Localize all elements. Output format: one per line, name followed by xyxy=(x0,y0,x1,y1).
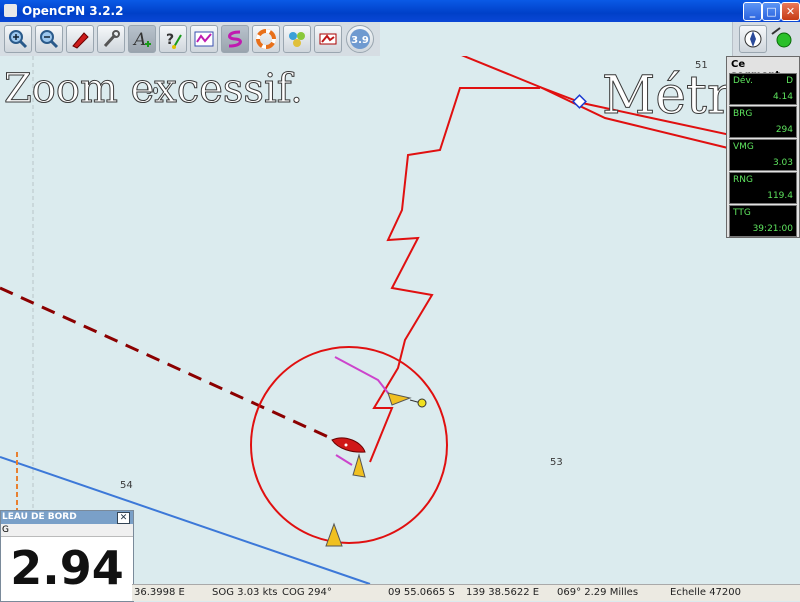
ais-tag-icon xyxy=(319,33,337,45)
right-toolbar xyxy=(732,22,800,57)
mob-button[interactable] xyxy=(252,25,280,53)
depth-label-53: 53 xyxy=(550,457,563,468)
segment-row-brg: BRG 294 xyxy=(729,106,797,138)
status-cursor-lat: 09 55.0665 S xyxy=(388,587,455,598)
segment-unit: D xyxy=(786,76,793,86)
svg-text:A: A xyxy=(132,30,146,49)
close-button[interactable]: ✕ xyxy=(781,2,800,21)
wrench-icon xyxy=(103,30,120,48)
segment-value: 119.4 xyxy=(767,191,793,201)
settings-button[interactable] xyxy=(97,25,125,53)
status-cursor-lon: 139 38.5622 E xyxy=(466,587,540,598)
dashboard-header: LEAU DE BORD ✕ xyxy=(1,511,133,524)
status-bearing-distance: 069° 2.29 Milles xyxy=(557,587,639,598)
segment-value: 39:21:00 xyxy=(752,224,793,234)
segment-value: 3.03 xyxy=(772,158,793,168)
track-tool-button[interactable] xyxy=(190,25,218,53)
maximize-button[interactable]: □ xyxy=(762,2,781,21)
dashboard-close-button[interactable]: ✕ xyxy=(117,512,130,524)
dashboard-value: 2.94 xyxy=(10,541,124,595)
route-question-icon: ? xyxy=(166,32,182,49)
ownship-center xyxy=(344,443,348,447)
minimize-button[interactable]: _ xyxy=(743,2,762,21)
zoom-out-button[interactable] xyxy=(35,25,63,53)
window-title: OpenCPN 3.2.2 xyxy=(22,4,124,18)
zoom-in-icon xyxy=(9,30,28,49)
segment-panel-title: Ce segment xyxy=(731,59,780,81)
route-s-icon xyxy=(228,30,242,48)
compass-icon xyxy=(744,30,762,48)
segment-row-rng: RNG 119.4 xyxy=(729,172,797,204)
status-scale: Echelle 47200 xyxy=(670,587,742,598)
version-button[interactable]: 3.9 xyxy=(346,25,374,53)
dashboard-title: LEAU DE BORD xyxy=(2,512,77,522)
segment-value: 294 xyxy=(775,125,793,135)
compass-button[interactable] xyxy=(739,25,767,53)
depth-label-54: 54 xyxy=(120,480,133,491)
status-bar: 36.3998 E SOG 3.03 kts COG 294° 09 55.06… xyxy=(132,584,800,601)
ais-button[interactable] xyxy=(314,25,342,53)
route-tool-button[interactable]: ? xyxy=(159,25,187,53)
segment-label: BRG xyxy=(733,109,753,119)
gps-status-button[interactable] xyxy=(769,25,797,53)
app-icon xyxy=(4,4,17,17)
title-bar: OpenCPN 3.2.2 _ □ ✕ xyxy=(0,0,800,22)
track-chart-icon xyxy=(194,31,214,47)
segment-label: RNG xyxy=(733,175,753,185)
status-cog: COG 294° xyxy=(282,587,332,598)
segment-row-dev: Dév. D 4.14 xyxy=(729,73,797,105)
boat-icon xyxy=(72,32,89,49)
dashboard-panel[interactable]: LEAU DE BORD ✕ G 2.94 xyxy=(0,510,134,602)
main-toolbar: A ? 3.9 xyxy=(0,22,380,57)
gps-satellite-icon xyxy=(771,27,792,48)
segment-label: Dév. xyxy=(733,76,753,86)
zoom-warning: Zoom excessif. xyxy=(4,66,304,113)
version-label: 3.9 xyxy=(351,35,369,46)
segment-label: TTG xyxy=(733,208,751,218)
text-tool-button[interactable]: A xyxy=(128,25,156,53)
segment-row-vmg: VMG 3.03 xyxy=(729,139,797,171)
layers-button[interactable] xyxy=(283,25,311,53)
status-sog: SOG 3.03 kts xyxy=(212,587,278,598)
segment-label: VMG xyxy=(733,142,754,152)
layers-icon xyxy=(289,32,305,47)
segment-panel[interactable]: Ce segment Dév. D 4.14 BRG 294 VMG 3.03 … xyxy=(726,56,800,238)
route-manager-button[interactable] xyxy=(221,25,249,53)
zoom-in-button[interactable] xyxy=(4,25,32,53)
ais-cpa-point xyxy=(417,398,427,408)
metric-watermark: Métr xyxy=(602,66,728,126)
text-a-icon: A xyxy=(132,30,151,49)
chart-quilt-button[interactable] xyxy=(66,25,94,53)
lifebuoy-icon xyxy=(256,29,276,49)
segment-row-ttg: TTG 39:21:00 xyxy=(729,205,797,237)
version-badge-icon: 3.9 xyxy=(350,29,370,49)
status-longitude: 36.3998 E xyxy=(134,587,185,598)
zoom-out-icon xyxy=(40,30,59,49)
dashboard-label: G xyxy=(1,524,133,537)
segment-value: 4.14 xyxy=(772,92,793,102)
